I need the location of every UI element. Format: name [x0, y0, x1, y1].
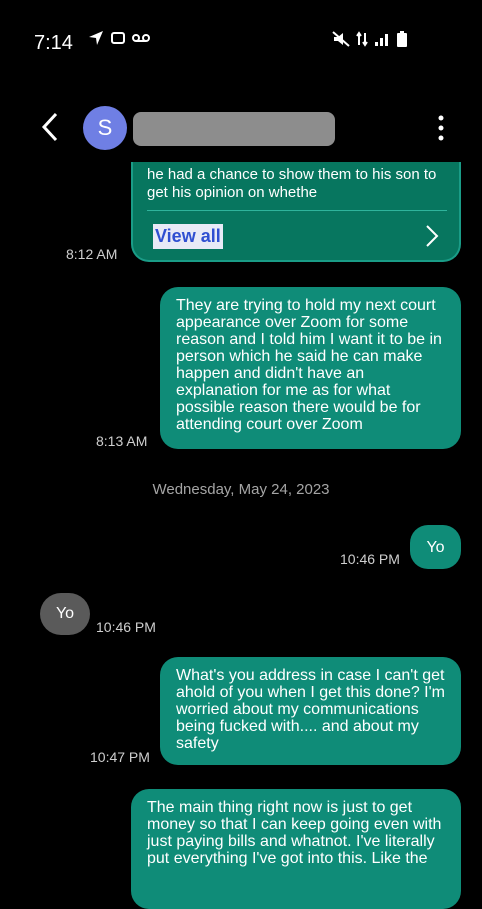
- screenshot-icon: [111, 32, 125, 44]
- incoming-message-bubble[interactable]: Yo: [40, 593, 90, 635]
- mute-icon: [332, 31, 350, 47]
- conversation-header: S: [0, 98, 482, 158]
- message-time: 8:12 AM: [66, 246, 118, 262]
- outgoing-message-bubble[interactable]: They are trying to hold my next court ap…: [160, 287, 461, 449]
- data-icon: [356, 31, 368, 47]
- message-time: 10:46 PM: [340, 551, 400, 567]
- message-text: What's you address in case I can't get a…: [176, 667, 446, 752]
- status-left-icons: [88, 30, 150, 46]
- status-right-icons: [332, 30, 408, 48]
- message-text: Yo: [55, 605, 75, 622]
- chevron-right-icon[interactable]: [425, 224, 439, 248]
- contact-avatar[interactable]: S: [83, 106, 127, 150]
- card-divider: [147, 210, 447, 211]
- back-arrow-icon[interactable]: [38, 112, 62, 142]
- outgoing-message-bubble[interactable]: The main thing right now is just to get …: [131, 789, 461, 909]
- message-text: They are trying to hold my next court ap…: [176, 297, 442, 433]
- message-text: The main thing right now is just to get …: [147, 799, 442, 867]
- message-time: 8:13 AM: [96, 433, 148, 449]
- status-bar: 7:14: [0, 0, 482, 80]
- message-time: 10:46 PM: [96, 619, 156, 635]
- voicemail-icon: [132, 34, 150, 42]
- status-time: 7:14: [34, 32, 73, 54]
- outgoing-message-bubble[interactable]: Yo: [410, 525, 461, 569]
- message-text: he had a chance to show them to his son …: [147, 166, 437, 201]
- message-text: Yo: [426, 538, 445, 556]
- contact-name-redacted[interactable]: [133, 112, 335, 146]
- navigation-icon: [89, 31, 103, 45]
- more-options-icon[interactable]: [436, 114, 446, 142]
- message-time: 10:47 PM: [90, 749, 150, 765]
- signal-icon: [375, 34, 388, 46]
- view-all-link[interactable]: View all: [153, 224, 223, 249]
- outgoing-message-bubble[interactable]: What's you address in case I can't get a…: [160, 657, 461, 765]
- date-separator: Wednesday, May 24, 2023: [152, 481, 330, 498]
- battery-icon: [397, 31, 407, 47]
- long-message-card[interactable]: he had a chance to show them to his son …: [131, 162, 461, 262]
